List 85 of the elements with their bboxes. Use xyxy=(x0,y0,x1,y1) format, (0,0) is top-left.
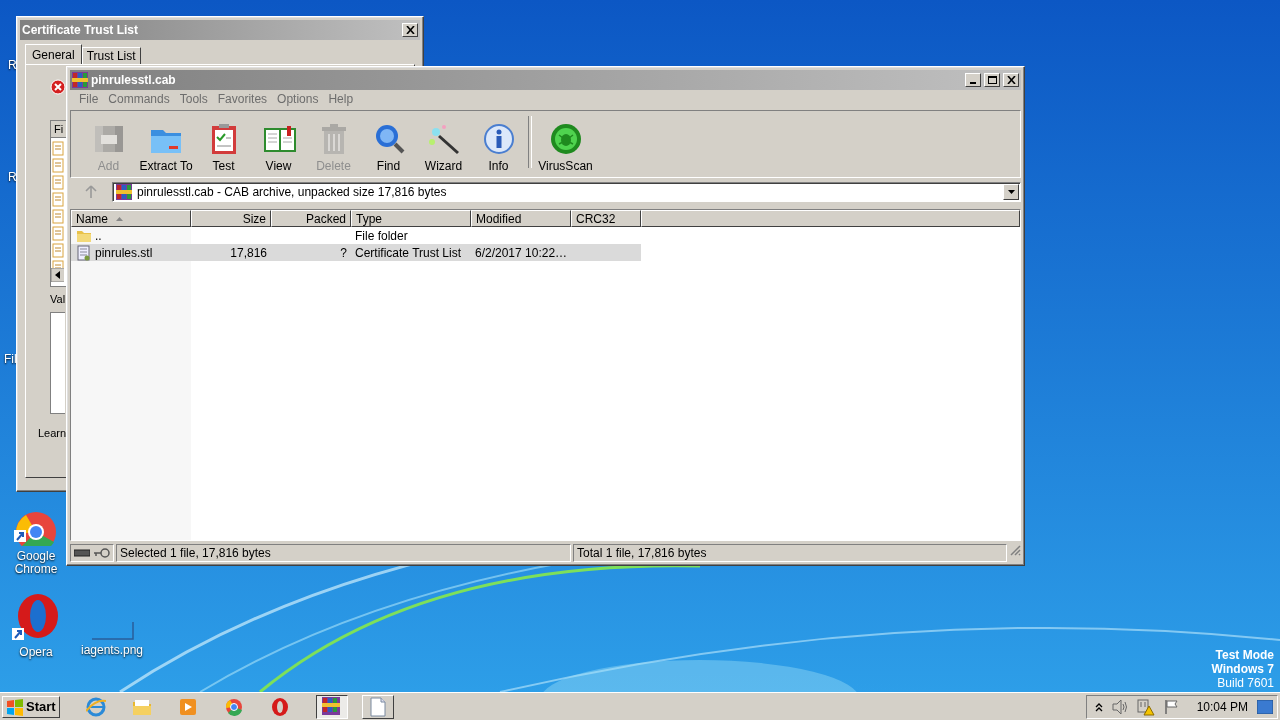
table-cell-text: Certificate Trust List xyxy=(354,245,463,260)
os-notice-text: Windows 7 xyxy=(1211,662,1274,676)
bug-icon xyxy=(548,122,583,156)
os-notice-text: Build 7601 xyxy=(1217,676,1274,690)
window-title: Certificate Trust List xyxy=(22,23,140,37)
icon-label: Google Chrome xyxy=(13,550,59,576)
file-row[interactable]: pinrules.stl 17,816 ? Certificate Trust List 6/2/2017 10:22… xyxy=(71,244,641,261)
caret-icon xyxy=(1007,190,1015,194)
icon-label: R xyxy=(8,58,17,72)
flag-icon[interactable] xyxy=(1163,698,1180,715)
field-label: Val xyxy=(50,293,66,305)
address-text: pinrulesstl.cab - CAB archive, unpacked size 17,816 bytes xyxy=(137,185,448,199)
icon-label: Opera xyxy=(19,646,53,659)
toolbar-button[interactable]: VirusScan xyxy=(538,122,593,173)
file-row[interactable]: .. File folder xyxy=(71,227,1020,244)
up-arrow-icon xyxy=(85,185,97,199)
chrome-icon[interactable] xyxy=(14,510,58,546)
close-button[interactable] xyxy=(1003,73,1019,87)
icon-label: R xyxy=(8,170,17,184)
table-cell-text: ? xyxy=(339,245,348,260)
toolbar-button[interactable]: Wizard xyxy=(416,122,471,173)
dropdown-button[interactable] xyxy=(1003,184,1019,200)
value-field[interactable] xyxy=(50,312,65,414)
tab[interactable]: Trust List xyxy=(81,47,141,64)
wand-icon xyxy=(426,122,461,156)
toolbar-button[interactable]: Test xyxy=(196,122,251,173)
app-logo-icon xyxy=(116,184,132,200)
menu-item[interactable]: Options xyxy=(272,92,324,106)
scroll-left-icon[interactable] xyxy=(51,268,64,282)
column-header[interactable]: Type xyxy=(351,210,471,227)
opera-icon xyxy=(269,696,290,717)
clock[interactable]: 10:04 PM xyxy=(1196,699,1248,714)
opera-icon[interactable] xyxy=(12,594,60,642)
table-cell-text: File folder xyxy=(354,228,409,243)
chevron-up-icon[interactable] xyxy=(1094,701,1103,712)
minimize-button[interactable] xyxy=(965,73,981,87)
chrome-icon xyxy=(223,696,244,717)
status-text: Selected 1 file, 17,816 bytes xyxy=(116,544,571,562)
column-header[interactable]: Size xyxy=(191,210,271,227)
link[interactable]: Learn xyxy=(38,427,67,439)
table-cell-text: 6/2/2017 10:22… xyxy=(474,245,569,260)
info-icon xyxy=(481,122,516,156)
maximize-button[interactable] xyxy=(984,73,1000,87)
menu-item[interactable]: Tools xyxy=(174,92,213,106)
column-header[interactable]: CRC32 xyxy=(571,210,641,227)
key-icon xyxy=(94,548,110,558)
taskbar-button[interactable] xyxy=(315,694,348,719)
resize-grip-icon[interactable] xyxy=(1009,544,1021,556)
drive-icon xyxy=(74,549,90,557)
address-field[interactable]: pinrulesstl.cab - CAB archive, unpacked size 17,816 bytes xyxy=(112,182,1021,202)
close-icon xyxy=(405,26,415,34)
toolbar-button[interactable]: View xyxy=(251,122,306,173)
table-cell: pinrules.stl xyxy=(95,245,153,260)
close-icon xyxy=(1006,76,1016,84)
os-notice-text: Test Mode xyxy=(1215,648,1274,662)
icon-label: Fil xyxy=(4,352,17,366)
column-header[interactable]: Fi xyxy=(51,121,66,138)
speaker-icon[interactable] xyxy=(1111,698,1128,715)
maximize-icon xyxy=(987,76,997,84)
windows-logo-icon xyxy=(6,697,24,716)
app-logo-icon xyxy=(72,72,88,88)
tab[interactable]: General xyxy=(25,44,82,64)
toolbar-button[interactable]: Find xyxy=(361,122,416,173)
toolbar-button[interactable]: Extract To xyxy=(136,122,196,173)
toolbar-button[interactable]: Info xyxy=(471,122,526,173)
network-warning-icon[interactable] xyxy=(1136,697,1155,716)
sort-arrow-icon xyxy=(116,216,123,221)
media-player-icon xyxy=(177,696,198,717)
show-desktop-icon[interactable] xyxy=(1257,699,1273,714)
browser-icon xyxy=(85,696,106,717)
table-cell: .. xyxy=(95,228,102,243)
close-button[interactable] xyxy=(402,23,418,37)
document-icon xyxy=(367,696,388,717)
column-header[interactable] xyxy=(641,210,1020,227)
window-title: pinrulesstl.cab xyxy=(91,73,177,87)
status-text: Total 1 file, 17,816 bytes xyxy=(573,544,1007,562)
column-header[interactable]: Name xyxy=(71,210,191,227)
column-header[interactable]: Packed xyxy=(271,210,351,227)
table-cell-text: 17,816 xyxy=(229,245,268,260)
icon-label: iagents.png xyxy=(80,644,144,657)
start-button[interactable]: Start xyxy=(2,695,60,718)
app-logo-icon xyxy=(321,696,342,717)
document-icon xyxy=(76,244,92,261)
menu-item[interactable]: Commands xyxy=(103,92,175,106)
column-header[interactable]: Modified xyxy=(471,210,571,227)
